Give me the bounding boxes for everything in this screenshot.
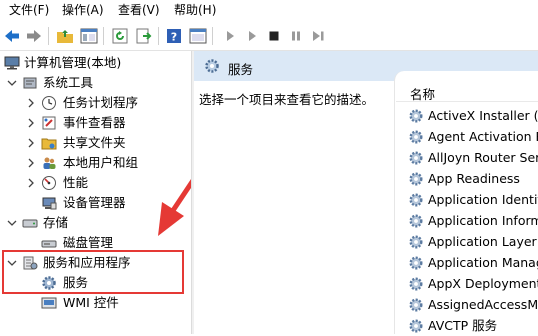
service-name: Application Information: [428, 213, 538, 228]
restart-service-icon[interactable]: [308, 26, 328, 46]
storage-icon: [22, 219, 38, 228]
start-service-alt-icon[interactable]: [242, 26, 262, 46]
tree-label-performance: 性能: [63, 175, 89, 190]
service-row[interactable]: AVCTP 服务: [408, 316, 538, 336]
up-folder-icon[interactable]: [55, 26, 75, 46]
service-name: Application Layer Gateway Service: [428, 234, 538, 249]
toolbar-separator: [103, 27, 104, 45]
highlight-box: [2, 250, 184, 294]
stop-service-icon[interactable]: [264, 26, 284, 46]
service-name: AllJoyn Router Service: [428, 150, 538, 165]
chevron-down-icon[interactable]: [7, 218, 17, 228]
performance-icon: [42, 176, 56, 190]
gear-icon: [409, 172, 423, 186]
tree-node-system-tools[interactable]: 系统工具: [0, 73, 191, 93]
gear-icon: [409, 298, 423, 312]
gear-icon: [409, 256, 423, 270]
menu-action[interactable]: 操作(A): [62, 2, 104, 19]
service-row[interactable]: AllJoyn Router Service: [408, 148, 538, 168]
service-row[interactable]: AppX Deployment Service: [408, 274, 538, 294]
toolbar-separator: [158, 27, 159, 45]
back-arrow-icon[interactable]: [2, 26, 22, 46]
start-service-icon[interactable]: [220, 26, 240, 46]
gear-icon: [409, 130, 423, 144]
chevron-right-icon[interactable]: [26, 138, 36, 148]
tree-label-root: 计算机管理(本地): [24, 55, 122, 70]
service-name: App Readiness: [428, 171, 520, 186]
clock-icon: [42, 96, 56, 110]
service-name: ActiveX Installer (AxInstSV): [428, 108, 538, 123]
service-row[interactable]: AssignedAccessManager: [408, 295, 538, 315]
tree-label-task-scheduler: 任务计划程序: [63, 95, 139, 110]
gear-icon: [409, 193, 423, 207]
service-name: Agent Activation Runtime: [428, 129, 538, 144]
chevron-right-icon[interactable]: [26, 118, 36, 128]
tree-label-shared-folders: 共享文件夹: [63, 135, 126, 150]
tools-icon: [23, 77, 37, 89]
service-row[interactable]: App Readiness: [408, 169, 538, 189]
service-row[interactable]: Application Layer Gateway Service: [408, 232, 538, 252]
tree-label-local-users: 本地用户和组: [63, 155, 139, 170]
gear-icon: [409, 151, 423, 165]
gear-icon: [205, 59, 219, 73]
service-name: AppX Deployment Service: [428, 276, 538, 291]
gear-icon: [409, 214, 423, 228]
gear-icon: [409, 235, 423, 249]
properties-icon[interactable]: [188, 26, 208, 46]
service-row[interactable]: Application Identity: [408, 190, 538, 210]
chevron-right-icon[interactable]: [26, 178, 36, 188]
export-list-icon[interactable]: [134, 26, 154, 46]
pause-service-icon[interactable]: [286, 26, 306, 46]
event-viewer-icon: [42, 116, 56, 130]
services-pane: 服务 选择一个项目来查看它的描述。 名称 ActiveX Installer (…: [194, 51, 538, 334]
tree-label-system-tools: 系统工具: [43, 75, 94, 90]
shared-folder-icon: [41, 138, 57, 150]
service-name: AVCTP 服务: [428, 318, 498, 333]
gear-icon: [409, 109, 423, 123]
service-name: Application Identity: [428, 192, 538, 207]
svg-text:?: ?: [171, 31, 177, 44]
toolbar-separator: [48, 27, 49, 45]
tree-label-storage: 存储: [43, 215, 69, 230]
tree-label-disk-management: 磁盘管理: [63, 235, 114, 250]
toolbar: ?: [0, 22, 538, 51]
device-manager-icon: [42, 197, 57, 210]
chevron-down-icon[interactable]: [7, 78, 17, 88]
computer-management-icon: [4, 56, 20, 70]
refresh-icon[interactable]: [110, 26, 130, 46]
tree-label-device-manager: 设备管理器: [63, 195, 126, 210]
tree-node-wmi[interactable]: WMI 控件: [0, 293, 191, 313]
service-name: Application Management: [428, 255, 538, 270]
service-row[interactable]: Agent Activation Runtime: [408, 127, 538, 147]
description-text: 选择一个项目来查看它的描述。: [199, 92, 375, 107]
menu-file[interactable]: 文件(F): [9, 2, 49, 19]
service-row[interactable]: Application Management: [408, 253, 538, 273]
toolbar-separator: [212, 27, 213, 45]
menu-help[interactable]: 帮助(H): [174, 2, 216, 19]
tree-node-root[interactable]: 计算机管理(本地): [0, 53, 191, 73]
tree-node-task-scheduler[interactable]: 任务计划程序: [0, 93, 191, 113]
chevron-right-icon[interactable]: [26, 98, 36, 108]
forward-arrow-icon[interactable]: [24, 26, 44, 46]
column-divider: [396, 101, 538, 102]
users-icon: [43, 157, 56, 169]
menu-view[interactable]: 查看(V): [118, 2, 160, 19]
help-icon[interactable]: ?: [164, 26, 184, 46]
pane-title: 服务: [228, 62, 254, 77]
service-row[interactable]: ActiveX Installer (AxInstSV): [408, 106, 538, 126]
service-name: AssignedAccessManager: [428, 297, 538, 312]
gear-icon: [409, 277, 423, 291]
show-hide-tree-icon[interactable]: [79, 26, 99, 46]
disk-icon: [41, 240, 57, 248]
tree-label-wmi: WMI 控件: [63, 295, 119, 310]
chevron-right-icon[interactable]: [26, 158, 36, 168]
wmi-control-icon: [41, 297, 57, 309]
tree-node-event-viewer[interactable]: 事件查看器: [0, 113, 191, 133]
tree-label-event-viewer: 事件查看器: [63, 115, 126, 130]
service-row[interactable]: Application Information: [408, 211, 538, 231]
gear-icon: [409, 319, 423, 333]
menu-bar: 文件(F) 操作(A) 查看(V) 帮助(H): [0, 0, 538, 21]
